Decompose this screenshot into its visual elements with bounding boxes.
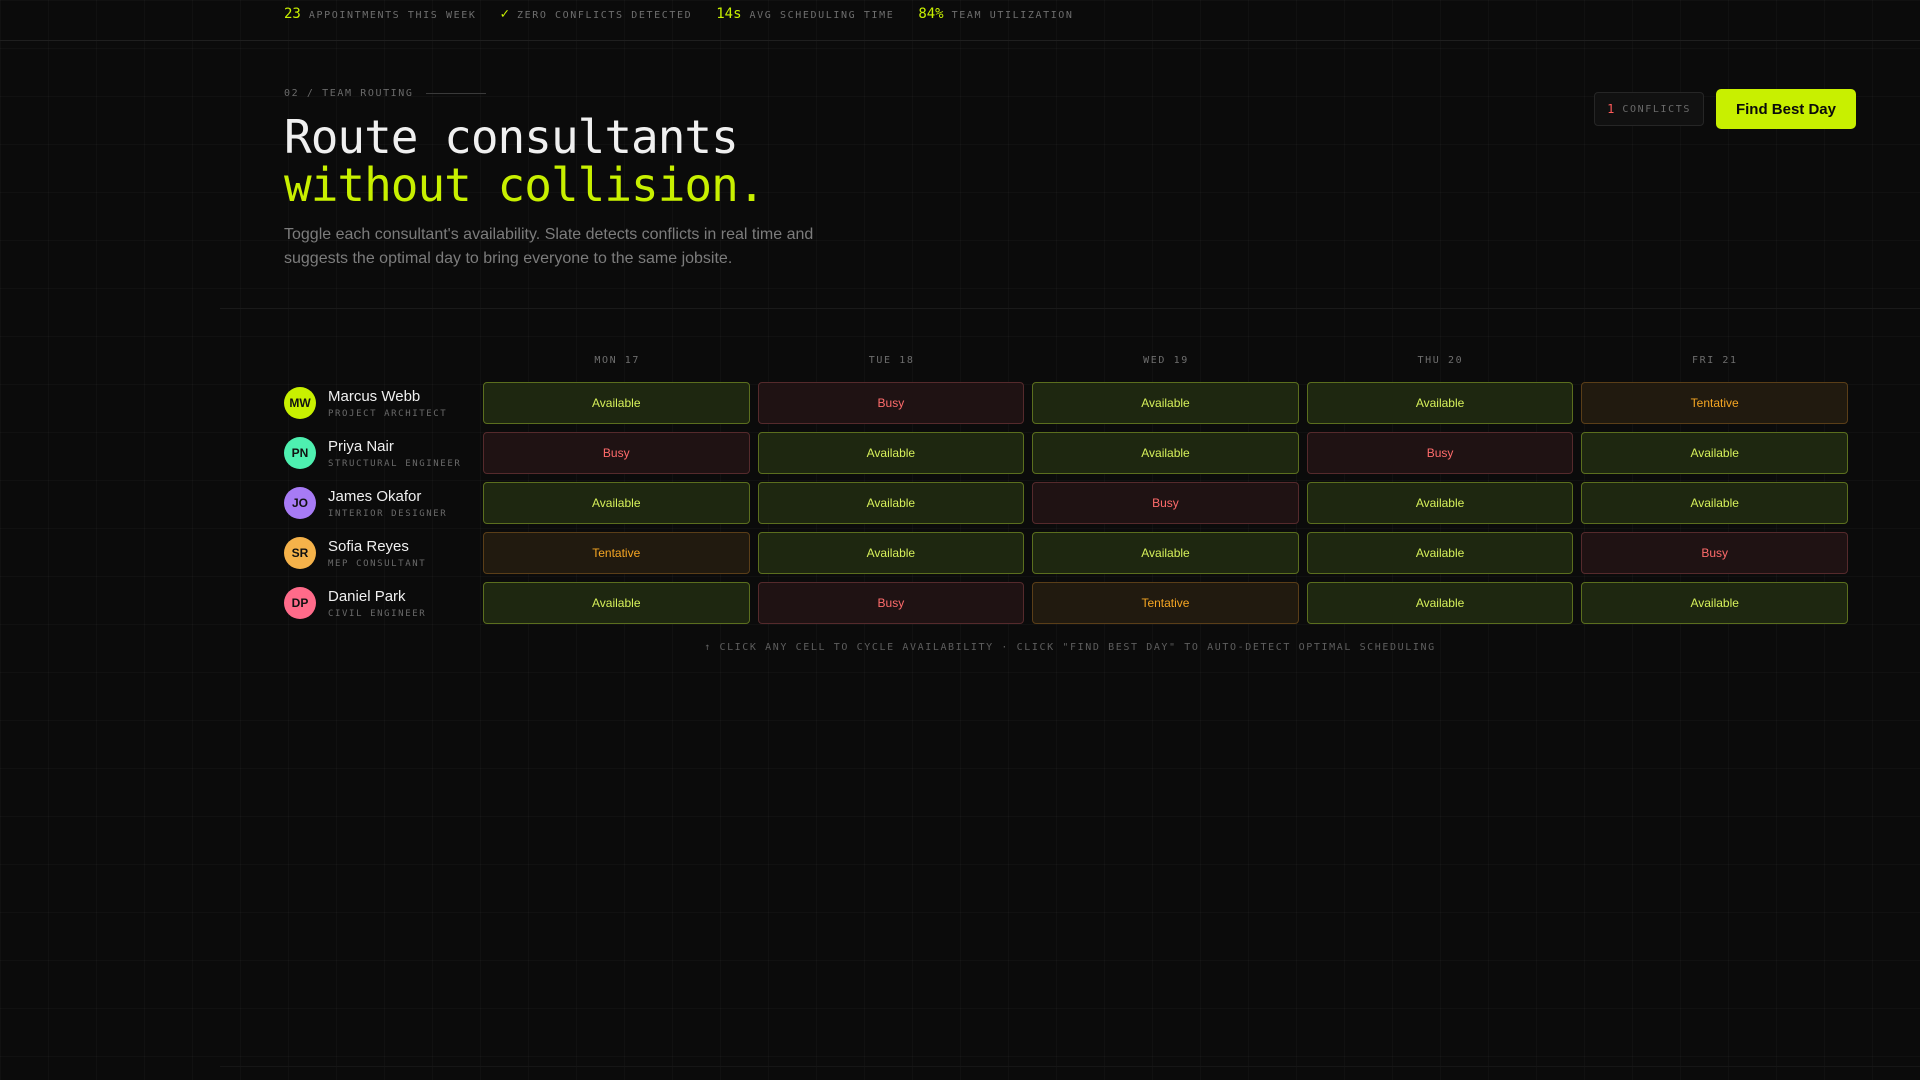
- bottom-divider: [220, 1066, 1920, 1067]
- availability-cell[interactable]: Busy: [1032, 482, 1299, 524]
- availability-cell[interactable]: Available: [482, 482, 750, 524]
- avatar: MW: [284, 387, 316, 419]
- stat-appointments: 23 APPOINTMENTS THIS WEEK: [284, 6, 477, 22]
- stat-label: ZERO CONFLICTS DETECTED: [516, 10, 693, 21]
- consultant-row: PN Priya Nair STRUCTURAL ENGINEER Busy Av…: [284, 432, 1856, 474]
- availability-cell[interactable]: Available: [1581, 582, 1848, 624]
- avatar: JO: [284, 487, 316, 519]
- day-header: MON 17: [594, 354, 641, 366]
- section-divider: [220, 308, 1920, 309]
- availability-cell[interactable]: Available: [1032, 382, 1299, 424]
- find-best-day-button[interactable]: Find Best Day: [1715, 89, 1856, 129]
- consultant-name: Priya Nair: [328, 437, 394, 455]
- availability-cell[interactable]: Tentative: [1581, 382, 1848, 424]
- eyebrow-line: [425, 93, 486, 94]
- eyebrow-text: 02 / TEAM ROUTING: [284, 88, 414, 99]
- conflicts-label: CONFLICTS: [1622, 103, 1691, 115]
- day-header: THU 20: [1417, 354, 1464, 366]
- availability-cell[interactable]: Busy: [757, 582, 1025, 624]
- consultant-name: Daniel Park: [328, 587, 406, 605]
- availability-cell[interactable]: Busy: [1306, 432, 1574, 474]
- availability-cell[interactable]: Available: [757, 532, 1025, 574]
- availability-cell[interactable]: Available: [482, 382, 750, 424]
- consultant-row: JO James Okafor INTERIOR DESIGNER Availa…: [284, 482, 1856, 524]
- consultant-info: DP Daniel Park CIVIL ENGINEER: [284, 587, 483, 619]
- consultant-role: STRUCTURAL ENGINEER: [328, 458, 462, 469]
- stats-list: 23 APPOINTMENTS THIS WEEK ✓ ZERO CONFLIC…: [284, 6, 1098, 22]
- availability-grid: MON 17 TUE 18 WED 19 THU 20 FRI 21 MW Ma…: [284, 348, 1856, 624]
- consultant-text: Sofia Reyes MEP CONSULTANT: [328, 538, 426, 569]
- availability-cell[interactable]: Available: [757, 482, 1025, 524]
- consultant-name: James Okafor: [328, 487, 422, 505]
- avatar: DP: [284, 587, 316, 619]
- consultant-text: Priya Nair STRUCTURAL ENGINEER: [328, 438, 461, 469]
- availability-cell[interactable]: Available: [1306, 482, 1574, 524]
- consultant-row: MW Marcus Webb PROJECT ARCHITECT Availab…: [284, 382, 1856, 424]
- stat-label: TEAM UTILIZATION: [951, 10, 1074, 21]
- availability-cell[interactable]: Busy: [1581, 532, 1848, 574]
- check-icon: ✓: [500, 6, 509, 22]
- availability-cell[interactable]: Available: [757, 432, 1025, 474]
- consultant-rows: MW Marcus Webb PROJECT ARCHITECT Availab…: [284, 382, 1856, 624]
- availability-cell[interactable]: Available: [1581, 432, 1848, 474]
- consultant-info: MW Marcus Webb PROJECT ARCHITECT: [284, 387, 483, 419]
- availability-cell[interactable]: Available: [1306, 582, 1574, 624]
- day-header: TUE 18: [868, 354, 915, 366]
- availability-cell[interactable]: Busy: [757, 382, 1025, 424]
- stat-scheduling-time: 14s AVG SCHEDULING TIME: [716, 6, 894, 22]
- consultant-role: INTERIOR DESIGNER: [328, 508, 448, 519]
- day-header: WED 19: [1143, 354, 1189, 366]
- consultant-row: SR Sofia Reyes MEP CONSULTANT Tentative A…: [284, 532, 1856, 574]
- page-subtitle: Toggle each consultant's availability. S…: [284, 226, 814, 267]
- consultant-role: PROJECT ARCHITECT: [328, 408, 448, 419]
- consultant-info: PN Priya Nair STRUCTURAL ENGINEER: [284, 437, 483, 469]
- stat-value: 84%: [918, 6, 944, 22]
- stat-value: 14s: [716, 6, 742, 22]
- stat-conflicts: ✓ ZERO CONFLICTS DETECTED: [501, 6, 693, 22]
- consultant-text: James Okafor INTERIOR DESIGNER: [328, 488, 447, 519]
- availability-cell[interactable]: Available: [482, 582, 750, 624]
- availability-cell[interactable]: Available: [1306, 382, 1574, 424]
- grid-hint: ↑ CLICK ANY CELL TO CYCLE AVAILABILITY ·…: [704, 642, 1436, 653]
- stat-value: 23: [284, 6, 301, 22]
- availability-cell[interactable]: Available: [1581, 482, 1848, 524]
- availability-cell[interactable]: Tentative: [482, 532, 750, 574]
- consultant-role: CIVIL ENGINEER: [328, 608, 427, 619]
- stats-bar: 23 APPOINTMENTS THIS WEEK ✓ ZERO CONFLIC…: [0, 0, 1920, 41]
- title-line-2: without collision.: [284, 158, 766, 212]
- consultant-row: DP Daniel Park CIVIL ENGINEER Available B…: [284, 582, 1856, 624]
- day-headers: MON 17 TUE 18 WED 19 THU 20 FRI 21: [484, 348, 1856, 372]
- availability-cell[interactable]: Available: [1306, 532, 1574, 574]
- stat-label: APPOINTMENTS THIS WEEK: [308, 10, 477, 21]
- availability-cell[interactable]: Busy: [482, 432, 750, 474]
- consultant-info: JO James Okafor INTERIOR DESIGNER: [284, 487, 483, 519]
- title-line-1: Route consultants: [284, 110, 739, 164]
- avatar: PN: [284, 437, 316, 469]
- header-actions: 1 CONFLICTS Find Best Day: [1594, 89, 1856, 129]
- stat-utilization: 84% TEAM UTILIZATION: [918, 6, 1073, 22]
- stat-label: AVG SCHEDULING TIME: [749, 10, 895, 21]
- conflicts-count: 1: [1607, 102, 1615, 116]
- avatar: SR: [284, 537, 316, 569]
- consultant-info: SR Sofia Reyes MEP CONSULTANT: [284, 537, 483, 569]
- consultant-name: Sofia Reyes: [328, 537, 409, 555]
- consultant-role: MEP CONSULTANT: [328, 558, 427, 569]
- day-header: FRI 21: [1691, 354, 1738, 366]
- consultant-text: Marcus Webb PROJECT ARCHITECT: [328, 388, 447, 419]
- conflicts-badge: 1 CONFLICTS: [1594, 92, 1704, 126]
- availability-cell[interactable]: Tentative: [1032, 582, 1299, 624]
- availability-cell[interactable]: Available: [1032, 432, 1299, 474]
- consultant-name: Marcus Webb: [328, 387, 421, 405]
- availability-cell[interactable]: Available: [1032, 532, 1299, 574]
- consultant-text: Daniel Park CIVIL ENGINEER: [328, 588, 426, 619]
